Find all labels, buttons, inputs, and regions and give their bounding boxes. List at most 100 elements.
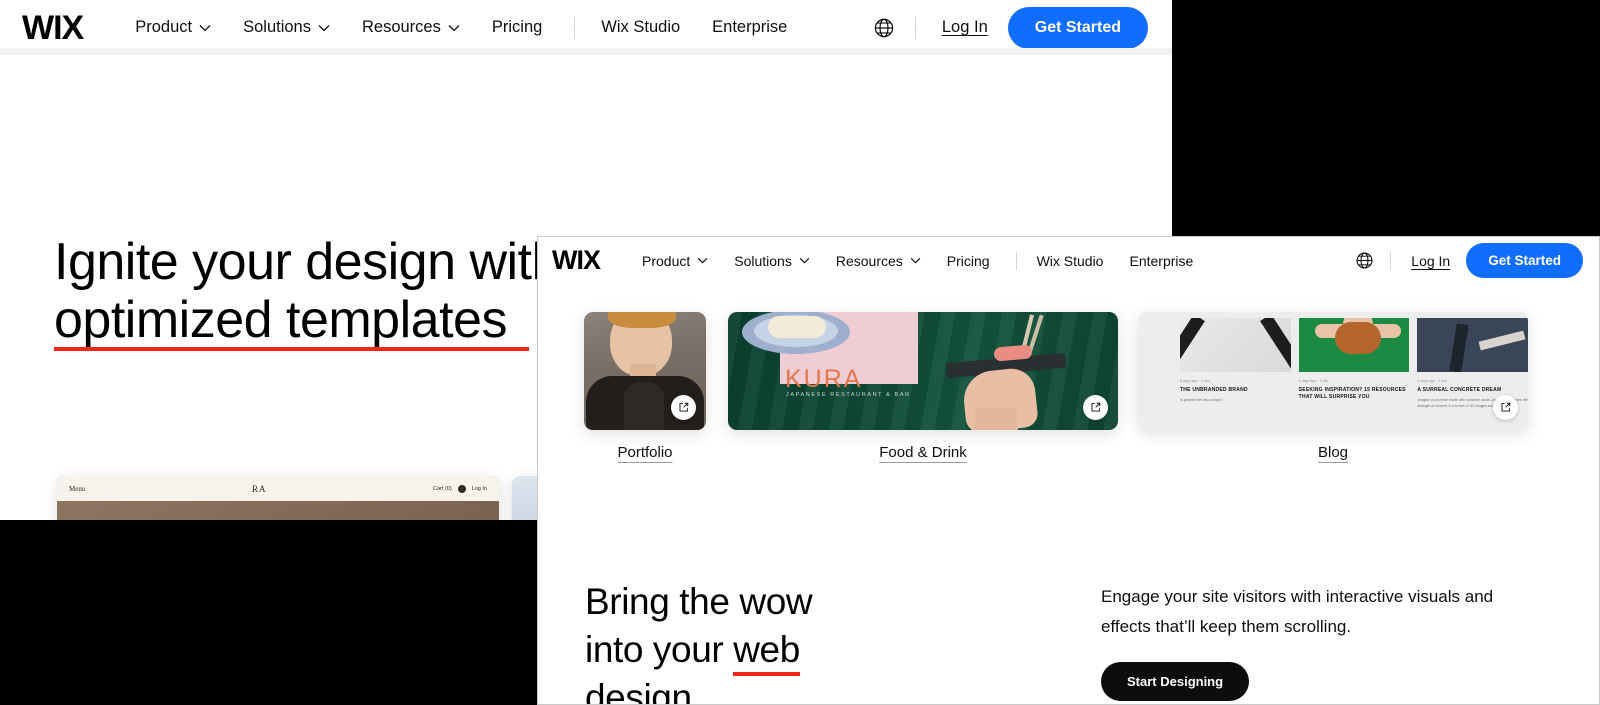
- hero-heading: Ignite your design with optimized templa…: [54, 233, 560, 349]
- external-link-icon[interactable]: [1083, 395, 1108, 420]
- promo-heading-line2-text: into your: [585, 629, 734, 671]
- nav-item-label: Resources: [835, 252, 903, 269]
- kura-brand-text: KURA: [785, 365, 863, 393]
- category-card-label[interactable]: Blog: [1138, 444, 1528, 461]
- nav-item-pricing[interactable]: Pricing: [947, 253, 990, 269]
- blog-post-meta: 6 days ago · 2 min: [1298, 379, 1329, 383]
- nav-item-pricing[interactable]: Pricing: [492, 18, 542, 37]
- avatar: [457, 484, 466, 493]
- login-link[interactable]: Log In: [942, 18, 988, 37]
- back-nav-links: Product Solutions Resources Pricing Wix …: [135, 16, 819, 39]
- nav-item-label: Wix Studio: [601, 18, 681, 36]
- nav-item-product[interactable]: Product: [642, 253, 708, 269]
- promo-heading-line2: into your web: [585, 626, 812, 677]
- figure-leg: [1449, 323, 1470, 372]
- nav-item-label: Pricing: [491, 18, 543, 36]
- nav-item-product[interactable]: Product: [135, 18, 211, 37]
- nav-item-label: Solutions: [734, 252, 792, 269]
- globe-icon[interactable]: [873, 17, 895, 39]
- blog-post-image: [1298, 318, 1410, 372]
- hero-heading-line1: Ignite your design with: [54, 233, 560, 291]
- chevron-graphic: [1260, 318, 1291, 372]
- chevron-down-icon: [448, 24, 460, 32]
- chevron-down-icon: [318, 24, 330, 32]
- foreground-browser-window: WIX Product Solutions Resources Pricing …: [537, 236, 1600, 705]
- model-hair: [1334, 322, 1381, 354]
- nav-item-label: Wix Studio: [1036, 252, 1104, 269]
- nav-item-resources[interactable]: Resources: [836, 253, 921, 269]
- blog-post-image: [1180, 318, 1291, 372]
- category-card-label[interactable]: Portfolio: [584, 444, 706, 461]
- login-link[interactable]: Log In: [1411, 253, 1450, 269]
- template-menu-label: Menu: [69, 484, 86, 493]
- blog-post-preview: 6 days ago · 2 min THE UNBRANDED BRAND I…: [1180, 318, 1291, 430]
- nav-divider-right: [914, 16, 916, 39]
- template-navbar-right: Cart (0) Log In: [433, 484, 487, 493]
- back-nav-right: Log In Get Started: [873, 6, 1148, 49]
- promo-heading: Bring the wow into your web design: [585, 578, 813, 704]
- nav-item-enterprise[interactable]: Enterprise: [1129, 253, 1193, 269]
- nav-divider: [1015, 251, 1017, 270]
- promo-section: Bring the wow into your web design Engag…: [538, 534, 1599, 704]
- nav-item-resources[interactable]: Resources: [362, 18, 460, 37]
- promo-heading-line3: design: [585, 674, 812, 704]
- nav-divider: [574, 16, 576, 39]
- category-card-thumbnail[interactable]: KURA JAPANESE RESTAURANT & BAR: [728, 312, 1118, 430]
- front-nav-links: Product Solutions Resources Pricing Wix …: [642, 251, 1219, 270]
- get-started-button[interactable]: Get Started: [1466, 243, 1583, 278]
- blog-post-image: [1417, 318, 1528, 372]
- blog-post-title: SEEKING INSPIRATION? 15 RESOURCES THAT W…: [1298, 387, 1406, 401]
- wix-logo[interactable]: WIX: [22, 11, 84, 45]
- template-preview-photo: D: [57, 501, 499, 520]
- globe-icon[interactable]: [1355, 251, 1374, 270]
- nav-item-wix-studio[interactable]: Wix Studio: [601, 18, 680, 37]
- template-logo: RA: [251, 483, 267, 494]
- template-preview-card[interactable]: Menu RA Cart (0) Log In D: [57, 476, 499, 520]
- nav-item-label: Solutions: [243, 18, 311, 36]
- start-designing-button[interactable]: Start Designing: [1101, 662, 1250, 701]
- back-window-navbar: WIX Product Solutions Resources Pricing …: [0, 0, 1172, 55]
- category-card-thumbnail[interactable]: 6 days ago · 2 min THE UNBRANDED BRAND I…: [1138, 312, 1528, 430]
- nav-item-label: Enterprise: [1129, 252, 1194, 269]
- nav-item-wix-studio[interactable]: Wix Studio: [1037, 253, 1104, 269]
- portrait-shirt: [624, 382, 664, 430]
- forearm: [974, 408, 1018, 430]
- chevron-graphic: [1180, 318, 1205, 372]
- screen-background: WIX Product Solutions Resources Pricing …: [0, 0, 1600, 705]
- category-card-blog: 6 days ago · 2 min THE UNBRANDED BRAND I…: [1138, 312, 1528, 461]
- nav-divider-right: [1390, 251, 1392, 270]
- chevron-down-icon: [910, 257, 921, 264]
- figure-limb: [1478, 330, 1526, 351]
- front-nav-right: Log In Get Started: [1355, 243, 1583, 278]
- front-window-navbar: WIX Product Solutions Resources Pricing …: [538, 237, 1599, 284]
- promo-heading-underlined-web: web: [733, 626, 800, 677]
- nav-item-label: Product: [135, 18, 193, 36]
- nav-item-label: Resources: [361, 18, 441, 36]
- category-card-portfolio: Portfolio: [584, 312, 706, 461]
- template-preview-navbar: Menu RA Cart (0) Log In: [57, 476, 499, 501]
- chevron-down-icon: [799, 257, 810, 264]
- wix-logo[interactable]: WIX: [552, 247, 601, 274]
- blog-post-meta: 6 days ago · 2 min: [1417, 379, 1448, 383]
- blog-post-title: A SURREAL CONCRETE DREAM: [1417, 387, 1502, 393]
- external-link-icon[interactable]: [671, 395, 696, 420]
- template-category-cards: Portfolio KURA JAPANESE RESTAURANT & BAR: [538, 284, 1599, 480]
- external-link-icon[interactable]: [1493, 395, 1518, 420]
- blog-post-meta: 6 days ago · 2 min: [1180, 379, 1210, 383]
- blog-post-preview: 6 days ago · 2 min SEEKING INSPIRATION? …: [1298, 318, 1410, 430]
- nav-item-solutions[interactable]: Solutions: [734, 253, 810, 269]
- category-card-thumbnail[interactable]: [584, 312, 706, 430]
- promo-copy: Engage your site visitors with interacti…: [1101, 587, 1494, 637]
- nav-item-label: Product: [642, 252, 691, 269]
- chevron-down-icon: [697, 257, 708, 264]
- nav-item-enterprise[interactable]: Enterprise: [712, 18, 787, 37]
- nav-item-solutions[interactable]: Solutions: [243, 18, 330, 37]
- blog-template-art: 6 days ago · 2 min THE UNBRANDED BRAND I…: [1138, 312, 1528, 430]
- category-card-food-drink: KURA JAPANESE RESTAURANT & BAR Food & Dr…: [728, 312, 1118, 461]
- blog-post-title: THE UNBRANDED BRAND: [1180, 387, 1248, 393]
- category-card-label[interactable]: Food & Drink: [728, 444, 1118, 461]
- front-window-content: Portfolio KURA JAPANESE RESTAURANT & BAR: [538, 284, 1599, 704]
- get-started-button[interactable]: Get Started: [1007, 6, 1148, 49]
- nav-item-label: Enterprise: [712, 18, 788, 36]
- template-cart-label: Cart (0): [433, 485, 452, 492]
